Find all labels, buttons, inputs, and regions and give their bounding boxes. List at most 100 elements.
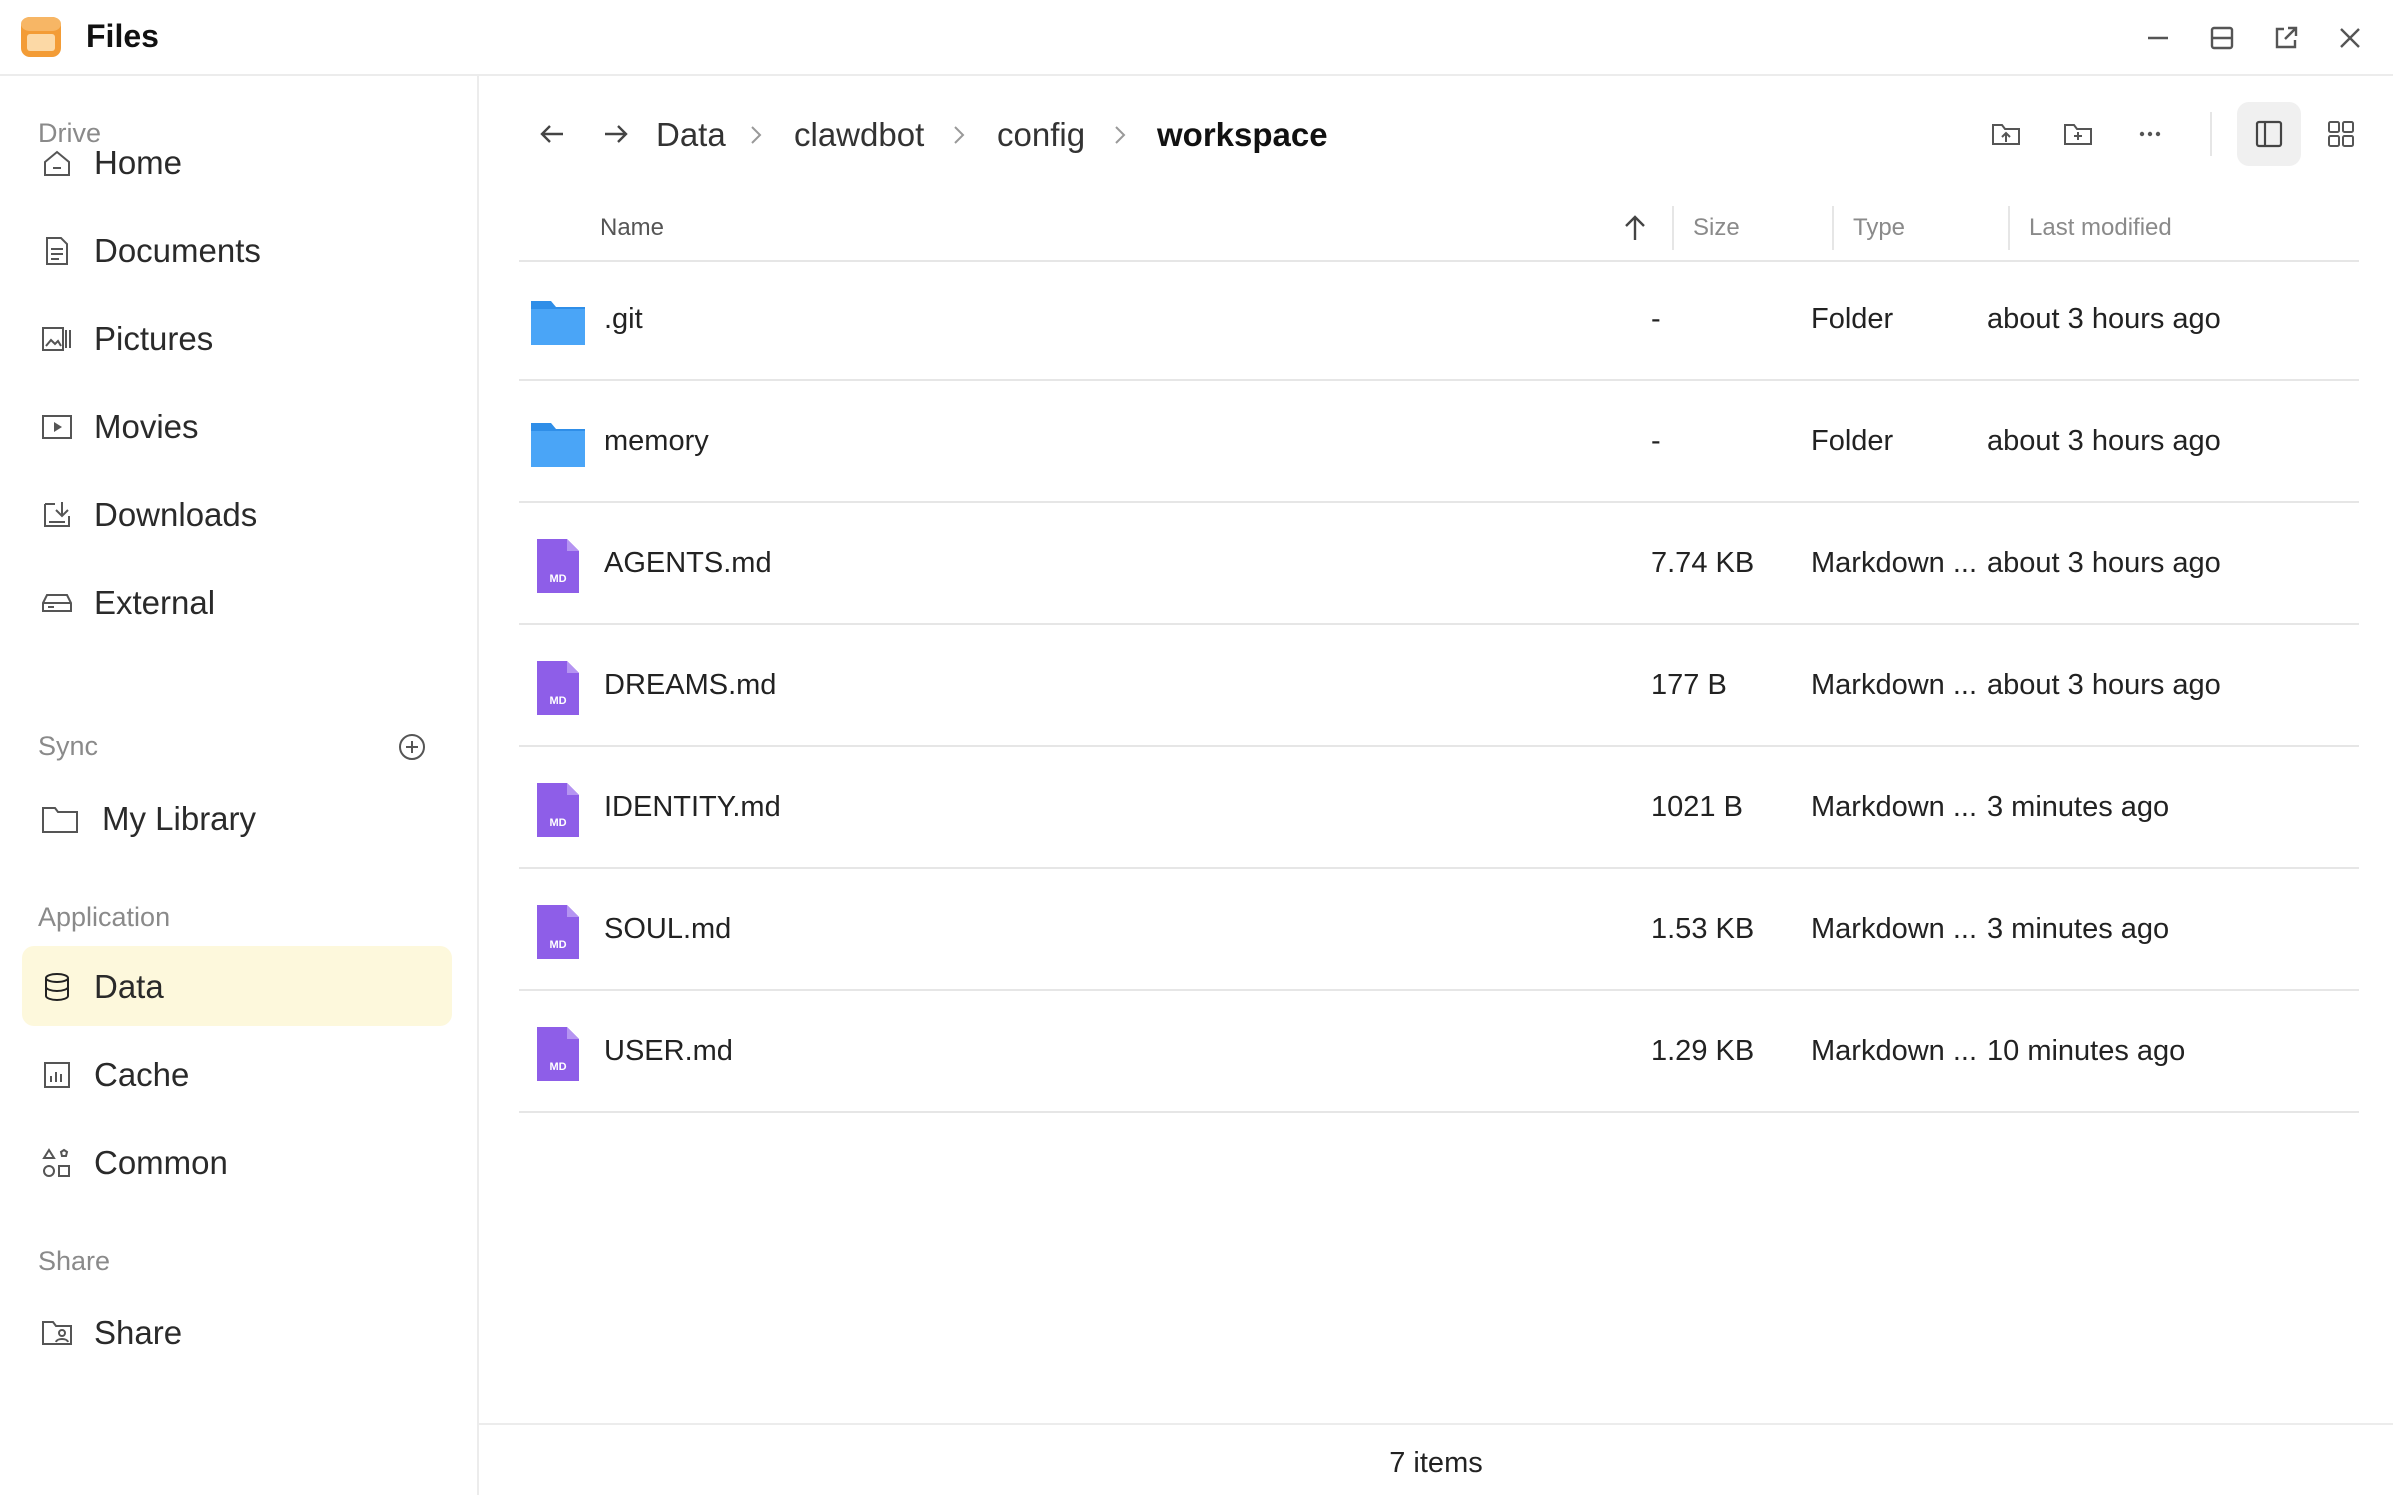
sidebar-item-pictures[interactable]: Pictures <box>22 298 452 378</box>
table-row[interactable]: MD AGENTS.md 7.74 KB Markdown ... about … <box>519 505 2359 625</box>
popout-icon <box>2275 26 2298 49</box>
file-size: 177 B <box>1651 669 1727 701</box>
file-type: Markdown ... <box>1811 913 1977 945</box>
sidebar-item-data[interactable]: Data <box>22 946 452 1026</box>
file-name: DREAMS.md <box>604 669 777 701</box>
md-badge: MD <box>549 695 566 707</box>
markdown-file-icon: MD <box>537 905 579 959</box>
share-folder-icon <box>42 1321 72 1345</box>
sidebar-item-label: Common <box>94 1144 228 1181</box>
table-row[interactable]: MD USER.md 1.29 KB Markdown ... 10 minut… <box>519 993 2359 1113</box>
table-row[interactable]: memory - Folder about 3 hours ago <box>519 383 2359 503</box>
file-type: Markdown ... <box>1811 547 1977 579</box>
file-size: - <box>1651 425 1661 457</box>
section-title-application: Application <box>38 902 171 932</box>
chevron-right-icon <box>1115 126 1126 144</box>
file-name: memory <box>604 425 709 457</box>
md-badge: MD <box>549 939 566 951</box>
md-badge: MD <box>549 817 566 829</box>
file-size: - <box>1651 303 1661 335</box>
file-modified: 3 minutes ago <box>1987 913 2170 945</box>
sidebar-item-label: Data <box>94 968 164 1005</box>
more-button[interactable] <box>2128 112 2172 156</box>
popout-button[interactable] <box>2266 18 2306 58</box>
more-horizontal-icon <box>2139 131 2161 137</box>
chevron-right-icon <box>954 126 965 144</box>
file-name: .git <box>604 303 643 335</box>
add-sync-icon[interactable] <box>396 731 428 763</box>
list-view-button[interactable] <box>2237 102 2301 166</box>
new-folder-button[interactable] <box>2056 112 2100 156</box>
minimize-button[interactable] <box>2138 18 2178 58</box>
main-panel: Data clawdbot config workspace Name Size… <box>479 76 2393 1495</box>
file-name: AGENTS.md <box>604 547 772 579</box>
file-modified: about 3 hours ago <box>1987 547 2221 579</box>
drive-icon <box>42 594 72 612</box>
restore-icon <box>2210 26 2234 50</box>
file-name: SOUL.md <box>604 913 732 945</box>
table-row[interactable]: MD SOUL.md 1.53 KB Markdown ... 3 minute… <box>519 871 2359 991</box>
sidebar-item-downloads[interactable]: Downloads <box>22 474 452 554</box>
markdown-file-icon: MD <box>537 539 579 593</box>
sidebar-item-documents[interactable]: Documents <box>22 210 452 290</box>
document-icon <box>46 237 68 265</box>
back-button[interactable] <box>531 112 575 156</box>
close-icon <box>2340 28 2360 48</box>
md-badge: MD <box>549 1061 566 1073</box>
forward-button[interactable] <box>593 112 637 156</box>
toolbar-divider <box>2210 112 2212 156</box>
sidebar-item-my-library[interactable]: My Library <box>22 778 452 858</box>
close-button[interactable] <box>2330 18 2370 58</box>
movie-icon <box>42 415 72 439</box>
item-count: 7 items <box>1389 1447 1483 1479</box>
folder-icon <box>42 807 78 833</box>
file-size: 7.74 KB <box>1651 547 1755 579</box>
column-header-modified[interactable]: Last modified <box>2029 214 2172 242</box>
table-row[interactable]: MD IDENTITY.md 1021 B Markdown ... 3 min… <box>519 749 2359 869</box>
file-modified: about 3 hours ago <box>1987 303 2221 335</box>
upload-button[interactable] <box>1984 112 2028 156</box>
breadcrumb-item[interactable]: clawdbot <box>794 116 924 154</box>
sidebar-layout-icon <box>2255 120 2283 148</box>
database-icon <box>45 973 69 1002</box>
column-header-size[interactable]: Size <box>1693 214 1740 242</box>
sidebar-item-label: External <box>94 584 216 621</box>
sidebar-item-share[interactable]: Share <box>22 1292 452 1372</box>
breadcrumb-item[interactable]: config <box>997 116 1085 154</box>
upload-folder-icon <box>1992 124 2020 145</box>
file-type: Markdown ... <box>1811 1035 1977 1067</box>
breadcrumb-item[interactable]: Data <box>656 116 726 154</box>
section-title-sync: Sync <box>38 731 99 761</box>
sort-ascending-icon[interactable] <box>1619 212 1651 244</box>
table-header: Name Size Type Last modified <box>519 196 2359 262</box>
sidebar-item-movies[interactable]: Movies <box>22 386 452 466</box>
sidebar-item-home[interactable]: Home <box>22 122 452 202</box>
column-divider[interactable] <box>2008 206 2010 250</box>
home-icon <box>44 150 70 176</box>
column-divider[interactable] <box>1672 206 1674 250</box>
column-header-type[interactable]: Type <box>1853 214 1905 242</box>
sidebar-item-common[interactable]: Common <box>22 1122 452 1202</box>
title-bar: Files <box>0 0 2393 76</box>
minimize-icon <box>2148 36 2168 40</box>
folder-icon <box>531 301 585 345</box>
download-icon <box>44 502 70 527</box>
file-size: 1.29 KB <box>1651 1035 1755 1067</box>
file-size: 1.53 KB <box>1651 913 1755 945</box>
sidebar-item-external[interactable]: External <box>22 562 452 642</box>
grid-icon <box>2328 121 2354 147</box>
sidebar-item-label: Share <box>94 1314 183 1351</box>
file-modified: about 3 hours ago <box>1987 425 2221 457</box>
table-row[interactable]: MD DREAMS.md 177 B Markdown ... about 3 … <box>519 627 2359 747</box>
sidebar: Drive Home Documents Pictures Movies Dow… <box>0 76 479 1495</box>
restore-button[interactable] <box>2202 18 2242 58</box>
grid-view-button[interactable] <box>2309 102 2373 166</box>
column-header-name[interactable]: Name <box>600 214 664 242</box>
status-bar: 7 items <box>479 1423 2393 1495</box>
sidebar-item-cache[interactable]: Cache <box>22 1034 452 1114</box>
file-type: Markdown ... <box>1811 669 1977 701</box>
column-divider[interactable] <box>1832 206 1834 250</box>
table-row[interactable]: .git - Folder about 3 hours ago <box>519 261 2359 381</box>
file-name: IDENTITY.md <box>604 791 781 823</box>
section-title-share: Share <box>38 1246 111 1276</box>
